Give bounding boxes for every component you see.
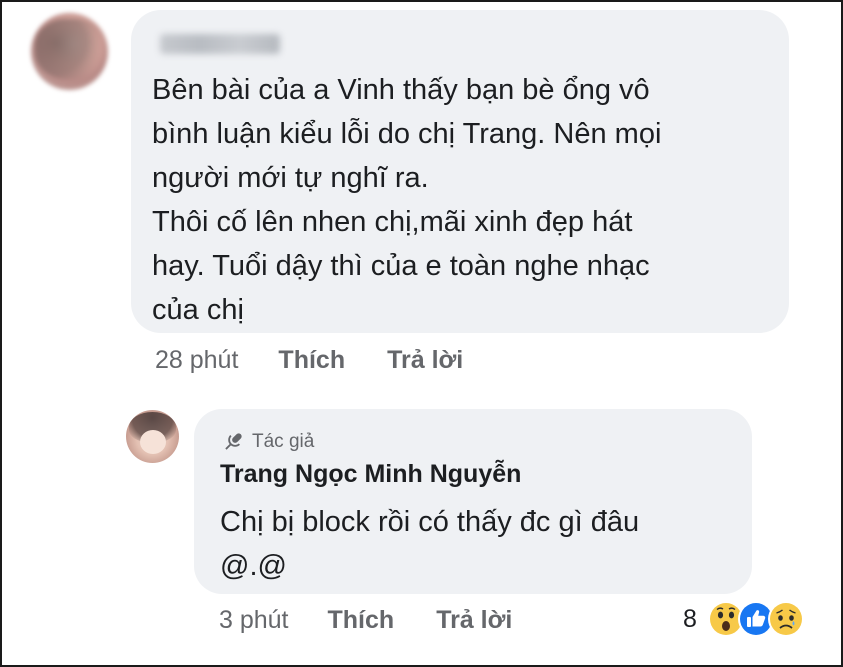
avatar-hair (35, 19, 105, 79)
like-button[interactable]: Thích (278, 346, 345, 375)
reply-button[interactable]: Trả lời (436, 606, 512, 635)
comment-line: Thôi cố lên nhen chị,mãi xinh đẹp hát (152, 206, 633, 238)
author-badge: Tác giả (221, 430, 314, 454)
reaction-count: 8 (683, 604, 697, 633)
reply-line: Chị bị block rồi có thấy đc gì đâu (220, 506, 640, 538)
reply-author-name[interactable]: Trang Ngọc Minh Nguyễn (220, 460, 521, 489)
avatar-face (140, 430, 166, 454)
comment-line: người mới tự nghĩ ra. (152, 162, 429, 194)
reply-button[interactable]: Trả lời (387, 346, 463, 375)
author-avatar[interactable] (126, 410, 179, 463)
reply-line: @.@ (220, 550, 287, 582)
reply-text: Chị bị block rồi có thấy đc gì đâu @.@ (220, 500, 639, 588)
comment-line: bình luận kiểu lỗi do chị Trang. Nên mọi (152, 118, 662, 150)
reply-actions: 3 phút Thích Trả lời (219, 606, 512, 635)
like-button[interactable]: Thích (328, 606, 395, 635)
microphone-icon (225, 433, 242, 450)
commenter-name-blurred[interactable] (160, 34, 280, 54)
comment-line: Bên bài của a Vinh thấy bạn bè ổng vô (152, 74, 650, 106)
comment-text: Bên bài của a Vinh thấy bạn bè ổng vô bì… (152, 68, 772, 332)
reaction-summary[interactable]: 8 (683, 600, 805, 638)
comment-timestamp[interactable]: 28 phút (155, 346, 238, 375)
commenter-avatar[interactable] (31, 13, 108, 90)
reply-timestamp[interactable]: 3 phút (219, 606, 289, 635)
comment-actions: 28 phút Thích Trả lời (155, 346, 463, 375)
author-badge-label: Tác giả (252, 431, 315, 452)
comment-line: hay. Tuổi dậy thì của e toàn nghe nhạc (152, 250, 650, 282)
sad-icon (767, 601, 804, 637)
comment-line: của chị (152, 294, 244, 326)
